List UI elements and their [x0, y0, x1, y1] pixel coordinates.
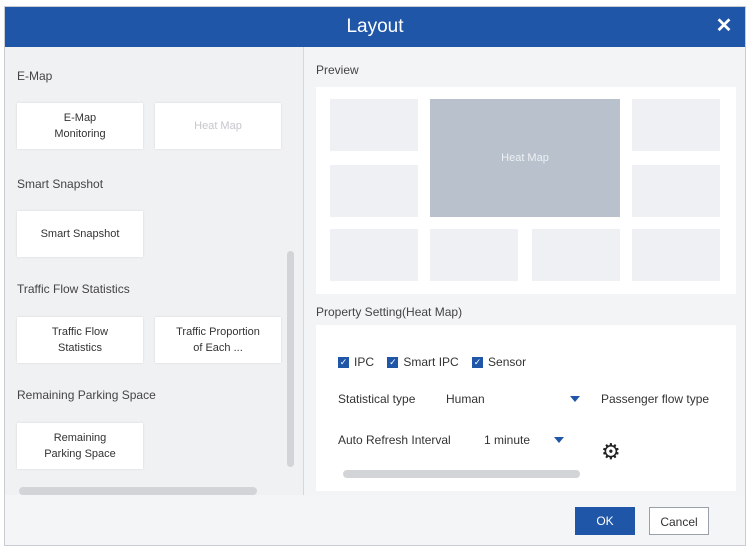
card-smart-snapshot[interactable]: Smart Snapshot — [17, 211, 143, 257]
preview-cell[interactable] — [430, 229, 518, 281]
section-title-emap: E-Map — [17, 69, 53, 83]
caret-down-icon — [554, 437, 564, 443]
layout-dialog: Layout ✕ E-Map E-Map Monitoring Heat Map… — [4, 6, 746, 546]
dialog-title: Layout — [346, 16, 404, 37]
statistical-type-label: Statistical type — [338, 392, 416, 406]
preview-cell-selected[interactable]: Heat Map — [430, 99, 620, 217]
checkbox-checked-icon: ✓ — [387, 357, 399, 369]
property-setting-panel: ✓ IPC ✓ Smart IPC ✓ Sensor Statistical type… — [316, 325, 736, 491]
property-setting-title: Property Setting(Heat Map) — [316, 305, 463, 319]
source-checkboxes: ✓ IPC ✓ Smart IPC ✓ Sensor — [338, 355, 526, 369]
widget-list-panel: E-Map E-Map Monitoring Heat Map Smart Sn… — [5, 47, 304, 495]
preview-cell[interactable] — [532, 229, 620, 281]
card-heat-map[interactable]: Heat Map — [155, 103, 281, 149]
close-icon[interactable]: ✕ — [713, 15, 735, 37]
card-traffic-flow-statistics[interactable]: Traffic Flow Statistics — [17, 317, 143, 363]
checkbox-checked-icon: ✓ — [338, 357, 349, 369]
statistical-type-select[interactable]: Human — [446, 392, 580, 406]
title-bar: Layout ✕ — [5, 7, 745, 47]
preview-cell[interactable] — [330, 229, 418, 281]
preview-cell[interactable] — [632, 99, 720, 151]
card-remaining-parking[interactable]: Remaining Parking Space — [17, 423, 143, 469]
card-traffic-proportion[interactable]: Traffic Proportion of Each ... — [155, 317, 281, 363]
right-panel: Preview Heat Map Property Setting(Heat M… — [304, 47, 745, 495]
preview-cell[interactable] — [632, 165, 720, 217]
card-emap-monitoring[interactable]: E-Map Monitoring — [17, 103, 143, 149]
preview-cell[interactable] — [330, 99, 418, 151]
preview-title: Preview — [316, 63, 359, 77]
ok-button[interactable]: OK — [575, 507, 635, 535]
checkbox-smart-ipc[interactable]: ✓ Smart IPC — [387, 355, 459, 369]
passenger-flow-type-label: Passenger flow type — [601, 392, 710, 406]
checkbox-checked-icon: ✓ — [472, 357, 484, 369]
section-title-traffic-flow: Traffic Flow Statistics — [17, 282, 130, 296]
section-title-parking: Remaining Parking Space — [17, 388, 156, 402]
preview-cell[interactable] — [330, 165, 418, 217]
horizontal-scrollbar[interactable] — [19, 487, 257, 495]
cancel-button[interactable]: Cancel — [649, 507, 709, 535]
property-horizontal-scrollbar[interactable] — [343, 470, 580, 478]
caret-down-icon — [570, 396, 580, 402]
preview-grid: Heat Map — [316, 87, 736, 294]
refresh-interval-label: Auto Refresh Interval — [338, 433, 451, 447]
checkbox-ipc[interactable]: ✓ IPC — [338, 355, 374, 369]
gear-icon[interactable]: ⚙ — [601, 439, 621, 465]
refresh-interval-select[interactable]: 1 minute — [484, 433, 566, 447]
vertical-scrollbar[interactable] — [287, 251, 294, 467]
section-title-smart-snapshot: Smart Snapshot — [17, 177, 104, 191]
checkbox-sensor[interactable]: ✓ Sensor — [472, 355, 526, 369]
preview-cell[interactable] — [632, 229, 720, 281]
